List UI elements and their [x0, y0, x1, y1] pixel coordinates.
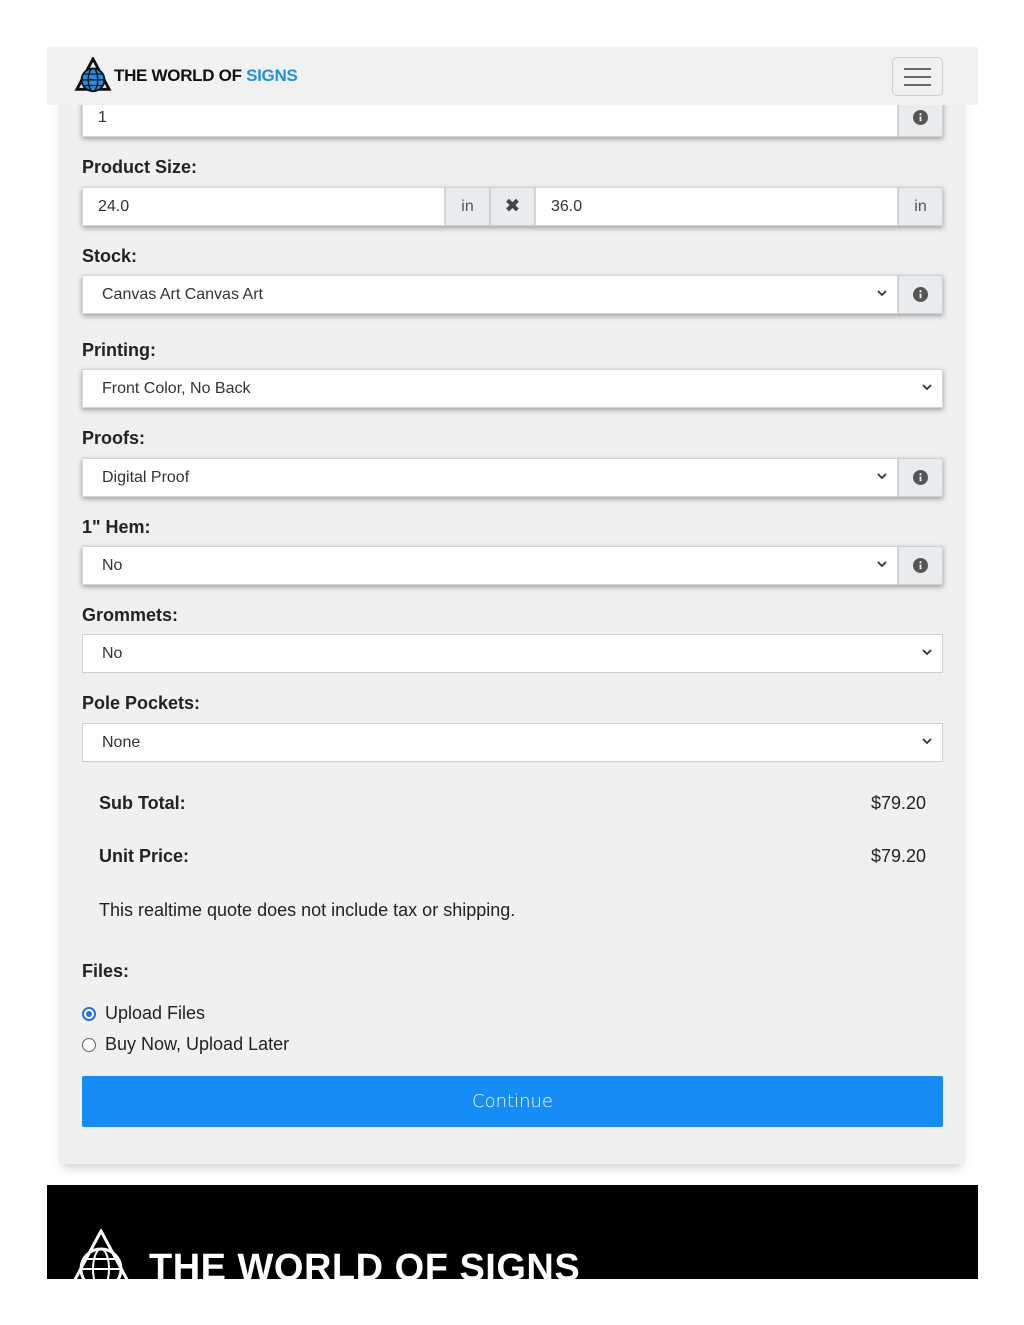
- stock-select[interactable]: Canvas Art Canvas Art: [82, 275, 898, 314]
- pole-pockets-select[interactable]: None: [83, 724, 942, 761]
- stock-select-value: Canvas Art Canvas Art: [102, 285, 263, 303]
- pole-pockets-select-value: None: [102, 733, 141, 751]
- stock-label: Stock:: [82, 246, 138, 266]
- proofs-info-button[interactable]: [898, 458, 943, 497]
- hem-select[interactable]: No: [82, 546, 898, 585]
- chevron-down-icon: [877, 473, 887, 480]
- upload-files-radio[interactable]: [82, 1006, 96, 1021]
- chevron-down-icon: [922, 738, 932, 745]
- site-logo[interactable]: THE WORLD OF SIGNS: [74, 57, 298, 95]
- logo-text-dark: THE WORLD OF: [114, 66, 247, 85]
- height-input[interactable]: 36.0: [535, 187, 898, 226]
- printing-select[interactable]: Front Color, No Back: [82, 369, 943, 408]
- continue-button[interactable]: Continue: [82, 1076, 943, 1127]
- globe-logo-icon: [73, 1229, 129, 1279]
- hem-select-value: No: [102, 556, 123, 574]
- subtotal-value: $79.20: [870, 793, 926, 813]
- upload-files-label: Upload Files: [105, 1003, 206, 1023]
- upload-files-option[interactable]: Upload Files: [82, 1003, 205, 1024]
- proofs-group: Digital Proof: [82, 458, 943, 497]
- hem-info-button[interactable]: [898, 546, 943, 585]
- grommets-label: Grommets:: [82, 605, 179, 625]
- info-circle-icon: [913, 558, 928, 573]
- chevron-down-icon: [877, 290, 887, 297]
- stock-info-button[interactable]: [898, 275, 943, 314]
- chevron-down-icon: [922, 649, 932, 656]
- files-label: Files:: [82, 961, 130, 981]
- footer-logo[interactable]: THE WORLD OF SIGNS: [69, 1229, 580, 1279]
- proofs-label: Proofs:: [82, 428, 145, 448]
- pole-pockets-label: Pole Pockets:: [82, 693, 201, 713]
- product-size-label: Product Size:: [82, 157, 198, 177]
- hem-group: No: [82, 546, 943, 585]
- printing-group: Front Color, No Back: [82, 369, 943, 408]
- logo-text: THE WORLD OF SIGNS: [114, 66, 298, 86]
- unit-price-label: Unit Price:: [99, 846, 190, 866]
- hamburger-bar: [904, 75, 931, 78]
- chevron-down-icon: [922, 384, 932, 391]
- unit-price-value: $79.20: [870, 846, 926, 866]
- info-circle-icon: [913, 110, 928, 125]
- hem-label: 1" Hem:: [82, 517, 151, 537]
- info-circle-icon: [913, 470, 928, 485]
- printing-select-value: Front Color, No Back: [102, 379, 251, 397]
- stock-group: Canvas Art Canvas Art: [82, 275, 943, 314]
- pole-pockets-group: None: [82, 723, 943, 762]
- chevron-down-icon: [877, 561, 887, 568]
- grommets-select-value: No: [102, 644, 123, 662]
- height-unit: in: [898, 187, 943, 226]
- times-icon: ✖: [490, 187, 535, 226]
- width-unit: in: [445, 187, 490, 226]
- proofs-select-value: Digital Proof: [102, 468, 190, 486]
- buy-now-upload-later-label: Buy Now, Upload Later: [105, 1034, 290, 1054]
- site-footer: THE WORLD OF SIGNS: [47, 1185, 978, 1279]
- subtotal-label: Sub Total:: [99, 793, 186, 813]
- globe-logo-icon: [74, 57, 112, 93]
- buy-now-upload-later-option[interactable]: Buy Now, Upload Later: [82, 1034, 289, 1055]
- buy-now-upload-later-radio[interactable]: [82, 1037, 96, 1052]
- quote-note: This realtime quote does not include tax…: [99, 900, 516, 920]
- menu-toggle-button[interactable]: [892, 57, 943, 96]
- info-circle-icon: [913, 287, 928, 302]
- logo-text-blue: SIGNS: [246, 66, 298, 85]
- grommets-select[interactable]: No: [83, 635, 942, 672]
- printing-label: Printing:: [82, 340, 156, 360]
- site-header: THE WORLD OF SIGNS: [47, 47, 978, 105]
- proofs-select[interactable]: Digital Proof: [82, 458, 898, 497]
- footer-logo-text: THE WORLD OF SIGNS: [149, 1247, 581, 1279]
- hamburger-bar: [904, 67, 931, 70]
- hamburger-bar: [904, 83, 931, 86]
- width-input[interactable]: 24.0: [82, 187, 445, 226]
- grommets-group: No: [82, 634, 943, 673]
- product-size-group: 24.0 in ✖ 36.0 in: [82, 187, 943, 226]
